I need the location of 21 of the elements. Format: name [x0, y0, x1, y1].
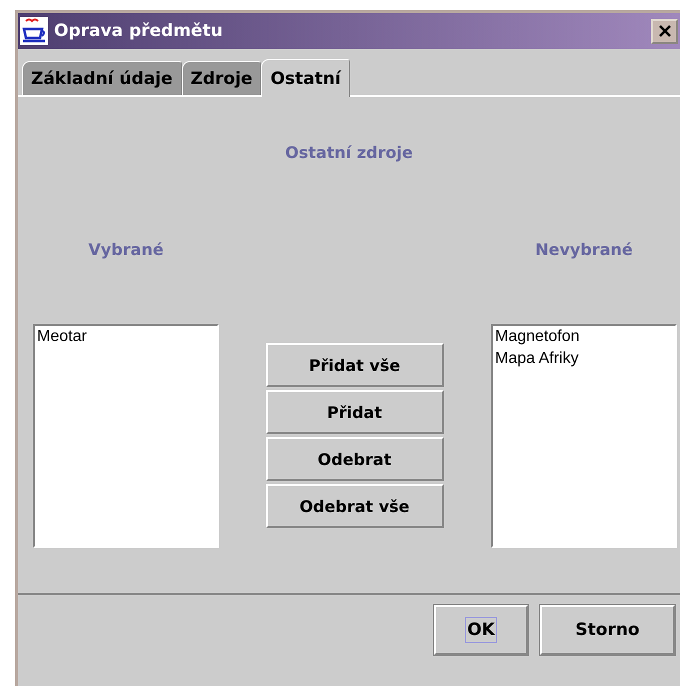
- dialog-button[interactable]: OK: [434, 605, 528, 655]
- tab[interactable]: Ostatní: [261, 59, 350, 97]
- tab[interactable]: Základní údaje: [22, 61, 182, 95]
- app-icon: [20, 17, 48, 45]
- transfer-button[interactable]: Přidat: [266, 390, 444, 434]
- list-item[interactable]: Magnetofon: [495, 328, 673, 346]
- transfer-button[interactable]: Přidat vše: [266, 343, 444, 387]
- unselected-list[interactable]: Magnetofon Mapa Afriky: [491, 324, 677, 548]
- list-item[interactable]: Mapa Afriky: [495, 350, 673, 368]
- tab[interactable]: Zdroje: [182, 61, 262, 95]
- list-item[interactable]: Meotar: [37, 328, 215, 346]
- transfer-button[interactable]: Odebrat vše: [266, 484, 444, 528]
- section-heading: Ostatní zdroje: [284, 143, 414, 162]
- dialog-button[interactable]: Storno: [540, 605, 675, 655]
- list-label: Nevybrané: [535, 240, 633, 261]
- selected-list[interactable]: Meotar: [33, 324, 219, 548]
- list-label: Vybrané: [88, 240, 164, 261]
- transfer-button[interactable]: Odebrat: [266, 437, 444, 481]
- window-title: Oprava předmětu: [54, 21, 224, 41]
- close-icon: [658, 24, 672, 38]
- close-button[interactable]: [651, 18, 678, 44]
